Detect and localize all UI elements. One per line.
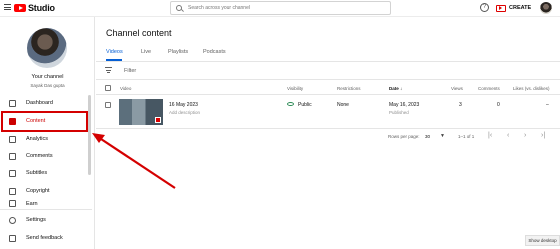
rows-per-page-select[interactable]: 30 — [425, 134, 430, 139]
header-divider — [96, 94, 560, 95]
copyright-icon — [9, 187, 16, 195]
sidebar-item-subtitles[interactable]: Subtitles — [0, 166, 90, 180]
sidebar-item-dashboard[interactable]: Dashboard — [0, 96, 90, 110]
video-title[interactable]: 16 May 2023 — [169, 102, 198, 108]
filter-input[interactable]: Filter — [124, 68, 136, 74]
column-header-views[interactable]: Views — [451, 86, 463, 91]
date-value: May 16, 2023 — [389, 102, 420, 108]
column-header-visibility[interactable]: Visibility — [287, 86, 303, 91]
help-icon[interactable]: ? — [480, 3, 489, 12]
account-avatar[interactable] — [540, 2, 552, 14]
channel-label: Your channel — [31, 74, 64, 80]
sidebar-item-earn[interactable]: Earn — [0, 199, 90, 208]
show-desktop-button[interactable]: Show desktop — [525, 235, 560, 246]
tabs-divider — [96, 61, 560, 62]
annotation-arrow-line — [97, 136, 176, 189]
tab-live[interactable]: Live — [141, 49, 151, 55]
select-all-checkbox[interactable] — [105, 85, 111, 91]
last-page-icon[interactable]: ›| — [541, 132, 545, 139]
sidebar-item-analytics[interactable]: Analytics — [0, 132, 90, 146]
column-header-likes[interactable]: Likes (vs. dislikes) — [513, 86, 550, 91]
filter-icon[interactable] — [105, 67, 112, 73]
rows-per-page-label: Rows per page: — [388, 134, 420, 139]
create-label: CREATE — [509, 5, 532, 11]
sidebar-item-label: Analytics — [26, 136, 49, 142]
youtube-logo-icon — [14, 4, 26, 12]
logo-text: Studio — [28, 3, 55, 13]
row-checkbox[interactable] — [105, 102, 111, 108]
search-bar[interactable]: Search across your channel — [170, 1, 391, 15]
tab-playlists[interactable]: Playlists — [168, 49, 188, 55]
annotation-highlight-box — [1, 111, 88, 132]
comments-icon — [9, 152, 16, 160]
analytics-icon — [9, 135, 16, 143]
column-header-comments[interactable]: Comments — [478, 86, 500, 91]
sidebar-item-label: Copyright — [26, 188, 50, 194]
status-value: Published — [389, 110, 409, 115]
sidebar-item-label: Comments — [26, 153, 53, 159]
sidebar-item-settings[interactable]: Settings — [0, 213, 90, 227]
filter-divider — [96, 79, 560, 80]
page-range: 1–1 of 1 — [458, 134, 475, 139]
sidebar-item-label: Earn — [26, 200, 38, 207]
sidebar-item-comments[interactable]: Comments — [0, 149, 90, 163]
next-page-icon[interactable]: › — [524, 132, 526, 139]
previous-page-icon[interactable]: ‹ — [507, 132, 509, 139]
sidebar-item-copyright[interactable]: Copyright — [0, 184, 90, 198]
create-button[interactable]: CREATE — [496, 2, 531, 14]
eye-icon — [287, 102, 294, 106]
page-title: Channel content — [106, 28, 172, 38]
create-video-icon — [496, 4, 506, 12]
visibility-value[interactable]: Public — [298, 102, 312, 108]
earn-icon — [9, 200, 16, 207]
row-divider — [96, 128, 560, 129]
views-value: 3 — [459, 102, 462, 108]
menu-icon[interactable] — [4, 4, 11, 10]
feedback-icon — [9, 234, 16, 242]
studio-logo[interactable]: Studio — [14, 3, 55, 13]
tab-videos[interactable]: Videos — [106, 49, 123, 55]
column-header-video: Video — [120, 86, 132, 91]
settings-icon — [9, 216, 16, 224]
sidebar-item-label: Send feedback — [26, 235, 63, 241]
likes-value: – — [546, 102, 549, 108]
sidebar-item-label: Dashboard — [26, 100, 53, 106]
sidebar-item-label: Settings — [26, 217, 46, 223]
column-header-date[interactable]: Date ↓ — [389, 86, 402, 91]
tab-podcasts[interactable]: Podcasts — [203, 49, 226, 55]
sidebar-item-label: Subtitles — [26, 170, 48, 176]
sidebar-scrollbar[interactable] — [88, 95, 91, 175]
search-icon — [176, 5, 182, 11]
first-page-icon[interactable]: |‹ — [488, 132, 492, 139]
search-placeholder: Search across your channel — [188, 5, 250, 11]
sidebar-item-feedback[interactable]: Send feedback — [0, 231, 90, 245]
channel-name: Sayak Das gupta — [30, 83, 65, 88]
comments-value: 0 — [497, 102, 500, 108]
channel-avatar[interactable] — [27, 28, 67, 68]
sidebar-divider — [0, 209, 92, 210]
shorts-badge-icon — [155, 117, 161, 123]
video-description: Add description — [169, 110, 201, 115]
restrictions-value: None — [337, 102, 349, 108]
chevron-down-icon[interactable]: ▼ — [440, 133, 445, 139]
dashboard-icon — [9, 99, 16, 107]
subtitles-icon — [9, 169, 16, 177]
column-header-restrictions[interactable]: Restrictions — [337, 86, 361, 91]
top-bar: Studio Search across your channel ? CREA… — [0, 0, 560, 17]
